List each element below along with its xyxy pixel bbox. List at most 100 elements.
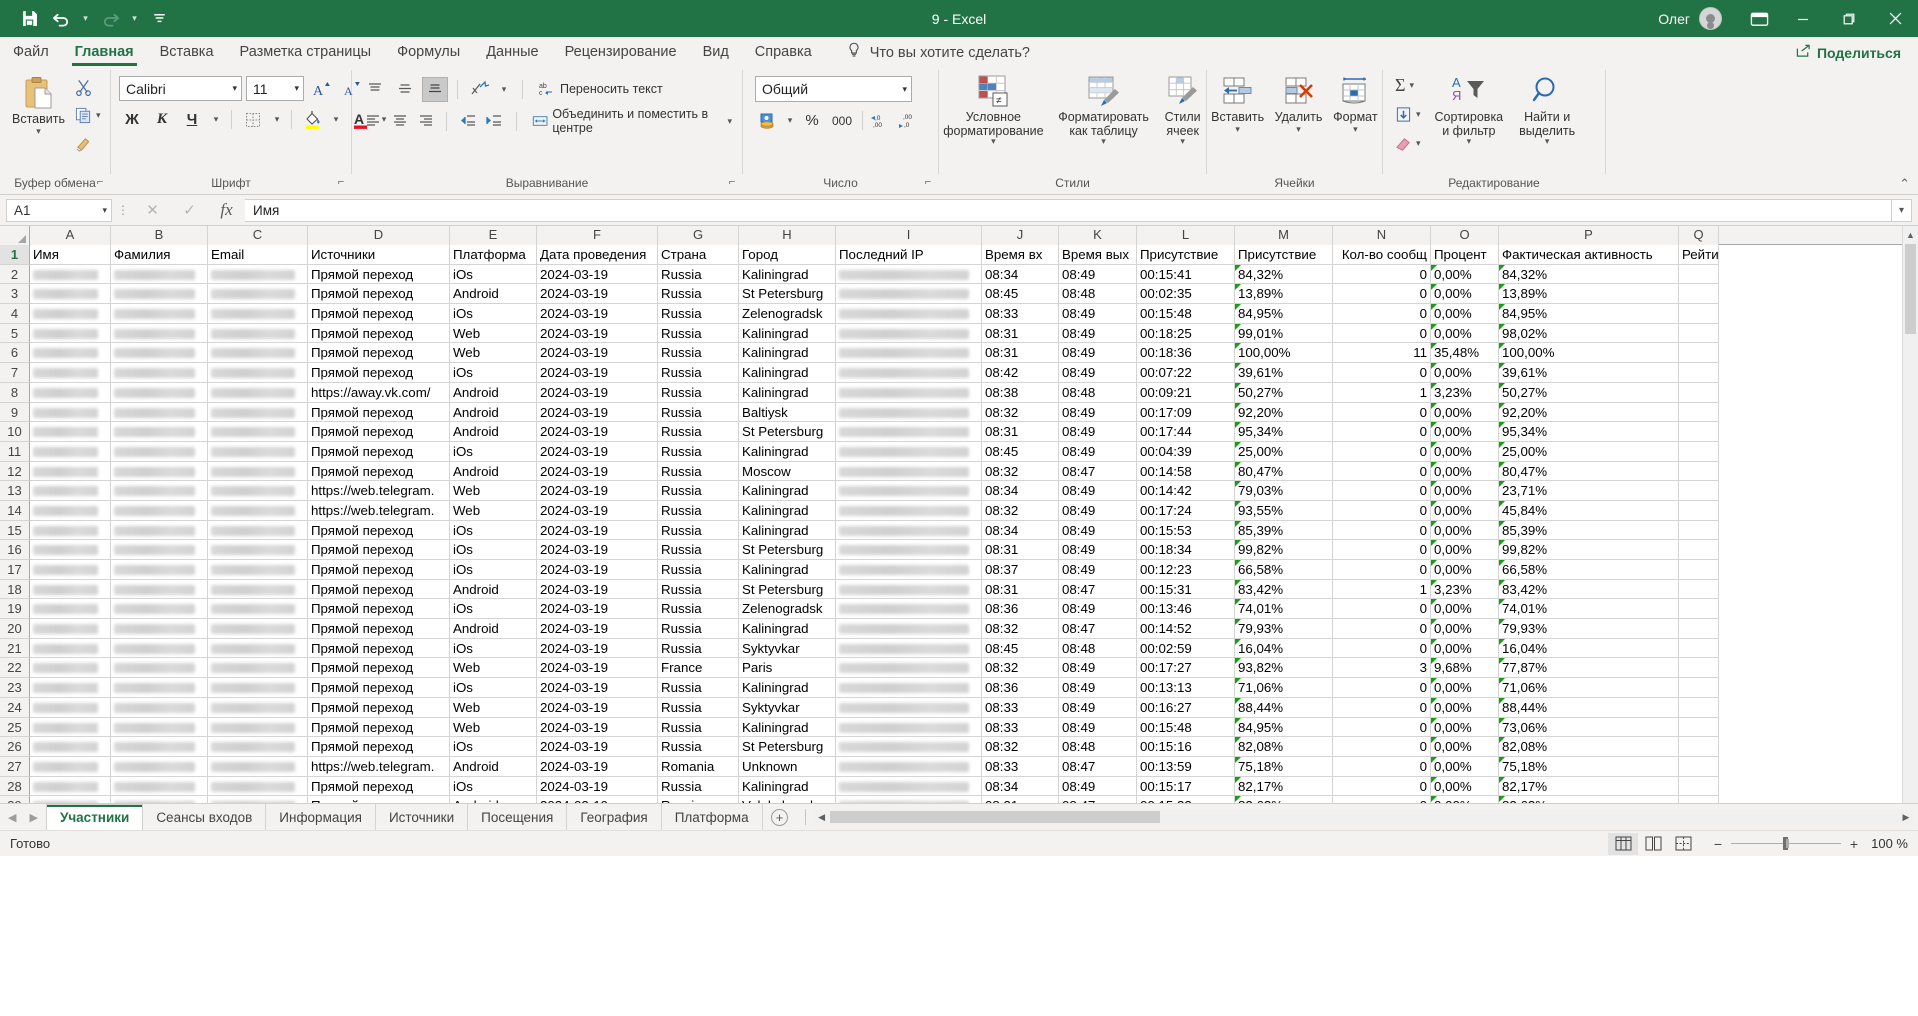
cell-P29[interactable]: 82,62%	[1499, 796, 1679, 803]
grid-cells[interactable]: Имя Фамилия Email Источники Платформа Дата пр…	[30, 245, 1918, 803]
cell-B22[interactable]	[111, 658, 208, 679]
cell-E18[interactable]: Android	[450, 579, 537, 600]
cell-N20[interactable]: 0	[1333, 619, 1431, 639]
cell-F20[interactable]: 2024-03-19	[537, 619, 658, 639]
cell-G10[interactable]: Russia	[658, 422, 739, 442]
row-header-22[interactable]: 22	[0, 658, 30, 679]
cell-K8[interactable]: 08:48	[1059, 382, 1137, 403]
column-header-P[interactable]: P	[1499, 226, 1679, 245]
sheet-tab-сеансы-входов[interactable]: Сеансы входов	[143, 804, 267, 830]
chevron-down-icon[interactable]: ▾	[226, 83, 237, 94]
row-header-3[interactable]: 3	[0, 284, 30, 305]
orientation-dropdown-icon[interactable]: ▾	[497, 84, 511, 95]
cell-P21[interactable]: 16,04%	[1499, 638, 1679, 659]
cell-H17[interactable]: Kaliningrad	[739, 560, 836, 580]
cell-G29[interactable]: Russia	[658, 796, 739, 803]
cell-Q8[interactable]	[1679, 382, 1719, 403]
row-header-5[interactable]: 5	[0, 323, 30, 344]
format-as-table-button[interactable]: Форматировать как таблицу ▾	[1054, 70, 1153, 148]
row-header-26[interactable]: 26	[0, 737, 30, 757]
table-row[interactable]: Прямой переход iOs 2024-03-19 Russia Zelenog…	[30, 599, 1918, 620]
cell-B4[interactable]	[111, 304, 208, 324]
cell-K9[interactable]: 08:49	[1059, 402, 1137, 423]
row-header-9[interactable]: 9	[0, 402, 30, 423]
cell-M1[interactable]: Присутствие	[1235, 245, 1333, 265]
tab-data[interactable]: Данные	[473, 39, 551, 66]
table-row[interactable]: Прямой переход iOs 2024-03-19 Russia Kalinin…	[30, 441, 1918, 462]
cell-L20[interactable]: 00:14:52	[1137, 619, 1235, 639]
cell-K15[interactable]: 08:49	[1059, 520, 1137, 541]
name-box[interactable]: A1 ▾	[6, 198, 112, 222]
cell-I3[interactable]	[836, 284, 982, 305]
column-header-C[interactable]: C	[208, 226, 308, 245]
chevron-down-icon[interactable]: ▾	[1353, 125, 1358, 134]
cell-D28[interactable]: Прямой переход	[308, 776, 450, 797]
row-header-16[interactable]: 16	[0, 540, 30, 560]
tab-review[interactable]: Рецензирование	[552, 39, 690, 66]
redo-dropdown-icon[interactable]: ▾	[127, 6, 142, 32]
cell-L2[interactable]: 00:15:41	[1137, 264, 1235, 285]
cell-H28[interactable]: Kaliningrad	[739, 776, 836, 797]
scroll-left-icon[interactable]: ◀	[814, 812, 830, 823]
cell-M13[interactable]: 79,03%	[1235, 481, 1333, 501]
cell-N6[interactable]: 11	[1333, 343, 1431, 364]
cell-J22[interactable]: 08:32	[982, 658, 1059, 679]
cell-A17[interactable]	[30, 560, 111, 580]
cell-A23[interactable]	[30, 678, 111, 698]
cell-E26[interactable]: iOs	[450, 737, 537, 757]
cell-P14[interactable]: 45,84%	[1499, 500, 1679, 521]
cell-G23[interactable]: Russia	[658, 678, 739, 698]
row-header-20[interactable]: 20	[0, 619, 30, 639]
cell-J10[interactable]: 08:31	[982, 422, 1059, 442]
table-row[interactable]: Прямой переход Android 2024-03-19 Russia Bal…	[30, 402, 1918, 423]
cell-P2[interactable]: 84,32%	[1499, 264, 1679, 285]
cell-C24[interactable]	[208, 697, 308, 718]
cell-C6[interactable]	[208, 343, 308, 364]
chevron-down-icon[interactable]: ▾	[1101, 137, 1106, 146]
cell-P17[interactable]: 66,58%	[1499, 560, 1679, 580]
cell-K17[interactable]: 08:49	[1059, 560, 1137, 580]
cell-F8[interactable]: 2024-03-19	[537, 382, 658, 403]
cell-A10[interactable]	[30, 422, 111, 442]
save-icon[interactable]	[14, 6, 44, 32]
cell-K27[interactable]: 08:47	[1059, 756, 1137, 777]
table-row[interactable]: Прямой переход iOs 2024-03-19 Russia Zelenog…	[30, 304, 1918, 324]
cell-I13[interactable]	[836, 481, 982, 501]
cell-E14[interactable]: Web	[450, 500, 537, 521]
cell-P27[interactable]: 75,18%	[1499, 756, 1679, 777]
cell-D13[interactable]: https://web.telegram.	[308, 481, 450, 501]
cell-M16[interactable]: 99,82%	[1235, 540, 1333, 560]
cell-O11[interactable]: 0,00%	[1431, 441, 1499, 462]
cell-P11[interactable]: 25,00%	[1499, 441, 1679, 462]
cell-M4[interactable]: 84,95%	[1235, 304, 1333, 324]
cell-L22[interactable]: 00:17:27	[1137, 658, 1235, 679]
cell-K19[interactable]: 08:49	[1059, 599, 1137, 620]
cell-F2[interactable]: 2024-03-19	[537, 264, 658, 285]
cell-B24[interactable]	[111, 697, 208, 718]
zoom-thumb[interactable]	[1782, 837, 1788, 850]
cell-F24[interactable]: 2024-03-19	[537, 697, 658, 718]
cell-C2[interactable]	[208, 264, 308, 285]
cell-F13[interactable]: 2024-03-19	[537, 481, 658, 501]
cell-Q10[interactable]	[1679, 422, 1719, 442]
clipboard-dialog-launcher-icon[interactable]: ⌐	[94, 176, 106, 188]
cell-A7[interactable]	[30, 363, 111, 383]
cell-I26[interactable]	[836, 737, 982, 757]
cell-B19[interactable]	[111, 599, 208, 620]
cell-E13[interactable]: Web	[450, 481, 537, 501]
cell-J9[interactable]: 08:32	[982, 402, 1059, 423]
cell-G22[interactable]: France	[658, 658, 739, 679]
cell-C9[interactable]	[208, 402, 308, 423]
cell-K24[interactable]: 08:49	[1059, 697, 1137, 718]
cell-K23[interactable]: 08:49	[1059, 678, 1137, 698]
cell-A16[interactable]	[30, 540, 111, 560]
cell-N4[interactable]: 0	[1333, 304, 1431, 324]
cell-A5[interactable]	[30, 323, 111, 344]
conditional-formatting-button[interactable]: ≠ Условное форматирование ▾	[939, 70, 1048, 148]
cell-A18[interactable]	[30, 579, 111, 600]
table-row[interactable]: Прямой переход iOs 2024-03-19 Russia Kalinin…	[30, 264, 1918, 285]
cell-D24[interactable]: Прямой переход	[308, 697, 450, 718]
cell-G27[interactable]: Romania	[658, 756, 739, 777]
cell-I12[interactable]	[836, 461, 982, 482]
cell-F15[interactable]: 2024-03-19	[537, 520, 658, 541]
